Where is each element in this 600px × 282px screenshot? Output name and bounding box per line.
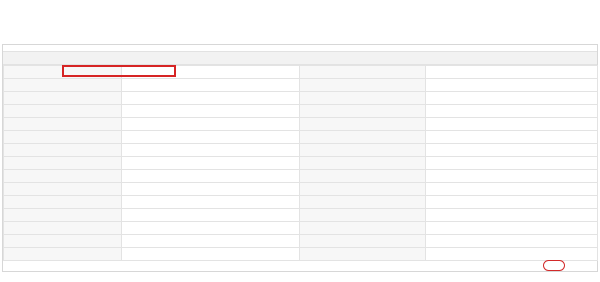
field-value xyxy=(121,247,300,261)
field-value xyxy=(425,143,598,157)
field-value xyxy=(121,156,300,170)
field-value xyxy=(425,247,598,261)
field-value xyxy=(425,104,598,118)
field-label xyxy=(3,195,122,209)
field-label xyxy=(3,104,122,118)
field-value xyxy=(425,156,598,170)
table-row xyxy=(3,234,598,248)
field-value xyxy=(425,182,598,196)
field-label xyxy=(299,195,426,209)
table-row xyxy=(3,208,598,222)
field-value xyxy=(425,91,598,105)
field-value xyxy=(121,143,300,157)
table-row xyxy=(3,117,598,131)
field-value xyxy=(121,169,300,183)
field-label xyxy=(299,91,426,105)
field-label xyxy=(299,104,426,118)
field-label xyxy=(3,156,122,170)
table-row xyxy=(3,195,598,209)
field-label xyxy=(299,182,426,196)
field-label xyxy=(299,221,426,235)
field-label xyxy=(3,169,122,183)
field-label xyxy=(299,78,426,92)
project-info-table xyxy=(3,65,598,261)
field-label xyxy=(299,130,426,144)
brand-logo xyxy=(543,259,567,271)
field-value xyxy=(121,104,300,118)
field-value xyxy=(425,78,598,92)
table-row xyxy=(3,169,598,183)
field-value xyxy=(425,117,598,131)
field-label xyxy=(3,208,122,222)
field-label xyxy=(3,247,122,261)
table-row xyxy=(3,130,598,144)
field-label xyxy=(3,130,122,144)
table-row xyxy=(3,156,598,170)
field-value xyxy=(425,221,598,235)
field-value xyxy=(121,130,300,144)
field-value xyxy=(425,130,598,144)
form-sheet xyxy=(2,44,598,272)
table-row xyxy=(3,104,598,118)
field-value xyxy=(121,208,300,222)
field-label xyxy=(3,182,122,196)
field-label xyxy=(3,221,122,235)
field-value xyxy=(121,78,300,92)
field-value xyxy=(425,234,598,248)
field-value xyxy=(121,195,300,209)
field-label xyxy=(3,78,122,92)
table-row xyxy=(3,143,598,157)
field-label xyxy=(299,65,426,79)
table-row xyxy=(3,91,598,105)
field-label xyxy=(3,143,122,157)
field-label xyxy=(299,247,426,261)
table-row xyxy=(3,182,598,196)
table-row xyxy=(3,78,598,92)
field-value xyxy=(121,117,300,131)
field-value xyxy=(425,169,598,183)
field-value xyxy=(425,208,598,222)
field-value xyxy=(121,221,300,235)
field-label xyxy=(299,234,426,248)
field-value xyxy=(121,182,300,196)
field-label xyxy=(299,169,426,183)
field-label xyxy=(299,208,426,222)
highlight-box xyxy=(62,65,176,77)
field-label xyxy=(3,234,122,248)
serial-number xyxy=(3,51,597,65)
table-row xyxy=(3,221,598,235)
field-label xyxy=(3,117,122,131)
field-value xyxy=(121,234,300,248)
field-label xyxy=(3,91,122,105)
field-value xyxy=(425,65,598,79)
field-label xyxy=(299,117,426,131)
field-label xyxy=(299,156,426,170)
field-value xyxy=(121,91,300,105)
brand-logo-mark xyxy=(543,259,565,271)
table-row xyxy=(3,247,598,261)
field-value xyxy=(425,195,598,209)
field-label xyxy=(299,143,426,157)
